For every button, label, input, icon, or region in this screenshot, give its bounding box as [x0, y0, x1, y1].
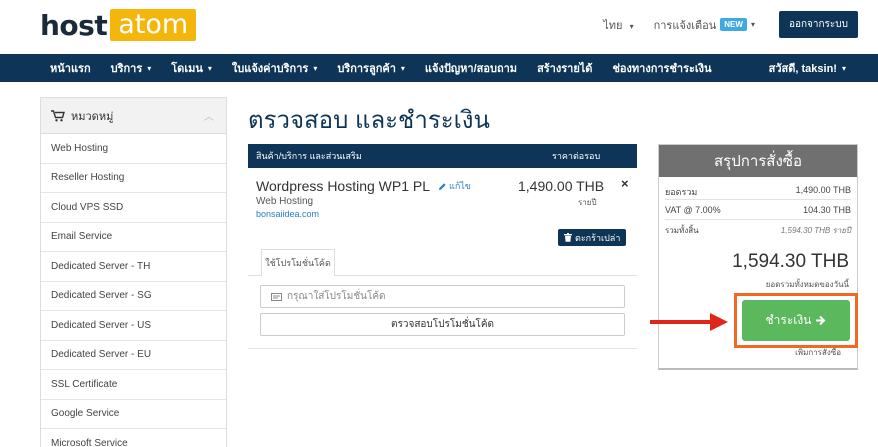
cart-item-cycle: รายปี — [578, 198, 597, 207]
sidebar-item-microsoft[interactable]: Microsoft Service — [41, 429, 226, 447]
summary-divider — [665, 219, 851, 220]
nav-label: สร้างรายได้ — [537, 63, 593, 75]
sidebar-item-dedicated-sg[interactable]: Dedicated Server - SG — [41, 282, 226, 311]
language-dropdown[interactable]: ไทย ▾ — [603, 16, 633, 34]
nav-item-home[interactable]: หน้าแรก — [0, 59, 101, 77]
nav-item-tickets[interactable]: แจ้งปัญหา/สอบถาม — [415, 59, 527, 77]
pencil-icon — [439, 182, 446, 190]
cart-table-header: สินค้า/บริการ และส่วนเสริม ราคาต่อรอบ — [248, 144, 637, 168]
trash-icon — [564, 233, 572, 242]
sidebar-item-dedicated-us[interactable]: Dedicated Server - US — [41, 311, 226, 341]
total-due-today: 1,594.30 THB — [732, 251, 849, 272]
chevron-down-icon: ▾ — [750, 20, 755, 29]
order-summary-title: สรุปการสั่งซื้อ — [659, 145, 857, 177]
cart-icon — [51, 109, 65, 121]
chevron-down-icon: ▾ — [400, 63, 405, 73]
nav-item-affiliate[interactable]: สร้างรายได้ — [527, 59, 602, 77]
cart-item-price: 1,490.00 THB — [518, 178, 605, 194]
checkout-button[interactable]: ชำระเงิน — [742, 300, 850, 341]
sidebar-title: หมวดหมู่ — [71, 110, 114, 123]
total-cycle-row: รวมทั้งสิ้น 1,594.30 THB รายปี — [665, 224, 851, 237]
cart-item-name: Wordpress Hosting WP1 PL แก้ไข — [256, 178, 471, 194]
sidebar-item-dedicated-th[interactable]: Dedicated Server - TH — [41, 252, 226, 282]
language-label: ไทย — [603, 19, 623, 32]
sidebar-item-cloud-vps[interactable]: Cloud VPS SSD — [41, 193, 226, 223]
notifications-dropdown[interactable]: การแจ้งเตือน NEW ▾ — [654, 16, 755, 34]
main-nav: หน้าแรก บริการ ▾ โดเมน ▾ ใบแจ้งค่าบริการ ▾ … — [0, 54, 878, 82]
promo-code-input[interactable]: กรุณาใส่โปรโมชั่นโค้ด — [260, 285, 625, 308]
total-cycle-label: รวมทั้งสิ้น — [665, 226, 699, 235]
top-header: host atom ไทย ▾ การแจ้งเตือน NEW ▾ ออกจา… — [0, 0, 878, 54]
logo-text-host: host — [40, 8, 108, 42]
column-header-price: ราคาต่อรอบ — [552, 151, 601, 161]
remove-item-icon[interactable]: × — [621, 176, 629, 191]
nav-item-domains[interactable]: โดเมน ▾ — [161, 59, 222, 77]
red-pointer-arrow-icon — [650, 313, 728, 331]
arrow-right-icon — [816, 315, 826, 326]
promo-code-placeholder: กรุณาใส่โปรโมชั่นโค้ด — [287, 291, 386, 302]
column-header-product: สินค้า/บริการ และส่วนเสริม — [256, 151, 362, 161]
tab-promo-code[interactable]: ใช้โปรโมชั่นโค้ด — [261, 249, 335, 276]
chevron-down-icon: ▾ — [313, 63, 318, 73]
sidebar-item-reseller-hosting[interactable]: Reseller Hosting — [41, 164, 226, 193]
sidebar-item-ssl[interactable]: SSL Certificate — [41, 370, 226, 400]
user-menu[interactable]: สวัสดี, taksin! ▾ — [759, 54, 856, 82]
total-cycle-value: 1,594.30 THB รายปี — [780, 226, 851, 235]
chevron-down-icon: ▾ — [207, 63, 212, 73]
sidebar-item-web-hosting[interactable]: Web Hosting — [41, 134, 226, 164]
new-badge: NEW — [720, 18, 747, 31]
notifications-label: การแจ้งเตือน — [653, 19, 717, 32]
logo-text-atom: atom — [110, 9, 197, 41]
subtotal-row: ยอดรวม 1,490.00 THB — [665, 185, 851, 199]
nav-item-invoices[interactable]: ใบแจ้งค่าบริการ ▾ — [222, 59, 327, 77]
cart-item-domain: bonsaiidea.com — [256, 209, 320, 219]
user-greeting: สวัสดี, taksin! — [768, 63, 837, 75]
empty-cart-button[interactable]: ตะกร้าเปล่า — [558, 229, 627, 246]
nav-label: บริการลูกค้า — [337, 63, 396, 75]
nav-item-services[interactable]: บริการ ▾ — [101, 59, 162, 77]
vat-value: 104.30 THB — [803, 205, 851, 215]
cart-item-group: Web Hosting — [256, 196, 314, 207]
vat-label: VAT @ 7.00% — [665, 205, 721, 215]
nav-label: แจ้งปัญหา/สอบถาม — [424, 63, 518, 75]
nav-item-support[interactable]: บริการลูกค้า ▾ — [327, 59, 415, 77]
cart-table: สินค้า/บริการ และส่วนเสริม ราคาต่อรอบ Wo… — [248, 144, 637, 349]
nav-label: ช่องทางการชำระเงิน — [612, 63, 712, 75]
sidebar-item-dedicated-eu[interactable]: Dedicated Server - EU — [41, 341, 226, 370]
total-due-caption: ยอดรวมทั้งหมดของวันนี้ — [765, 280, 849, 289]
chevron-up-icon[interactable]: ︿ — [204, 108, 214, 123]
summary-divider — [665, 199, 851, 200]
nav-label: โดเมน — [171, 63, 203, 75]
subtotal-label: ยอดรวม — [665, 187, 698, 197]
chevron-down-icon: ▾ — [147, 63, 152, 73]
hostatom-logo[interactable]: host atom — [40, 8, 197, 42]
category-sidebar: หมวดหมู่ ︿ Web Hosting Reseller Hosting … — [40, 97, 227, 447]
ticket-icon — [271, 292, 282, 301]
nav-label: ใบแจ้งค่าบริการ — [231, 63, 309, 75]
header-actions: ไทย ▾ การแจ้งเตือน NEW ▾ ออกจากระบบ — [603, 11, 858, 38]
page-title: ตรวจสอบ และชำระเงิน — [248, 107, 490, 134]
nav-label: หน้าแรก — [50, 63, 91, 75]
sidebar-item-google[interactable]: Google Service — [41, 400, 226, 429]
logout-button[interactable]: ออกจากระบบ — [778, 11, 858, 38]
chevron-down-icon: ▾ — [841, 63, 846, 73]
sidebar-header[interactable]: หมวดหมู่ ︿ — [41, 98, 226, 134]
empty-cart-label: ตะกร้าเปล่า — [575, 232, 621, 243]
sidebar-item-email-service[interactable]: Email Service — [41, 223, 226, 252]
vat-row: VAT @ 7.00% 104.30 THB — [665, 205, 851, 215]
nav-label: บริการ — [110, 63, 143, 75]
product-name: Wordpress Hosting WP1 PL — [256, 178, 431, 194]
chevron-down-icon: ▾ — [629, 21, 634, 31]
checkout-label: ชำระเงิน — [765, 313, 812, 327]
edit-label: แก้ไข — [449, 181, 471, 191]
validate-promo-button[interactable]: ตรวจสอบโปรโมชั่นโค้ด — [260, 313, 625, 336]
subtotal-value: 1,490.00 THB — [795, 185, 851, 195]
nav-item-payment-channels[interactable]: ช่องทางการชำระเงิน — [602, 59, 721, 77]
edit-item-link[interactable]: แก้ไข — [438, 179, 471, 193]
